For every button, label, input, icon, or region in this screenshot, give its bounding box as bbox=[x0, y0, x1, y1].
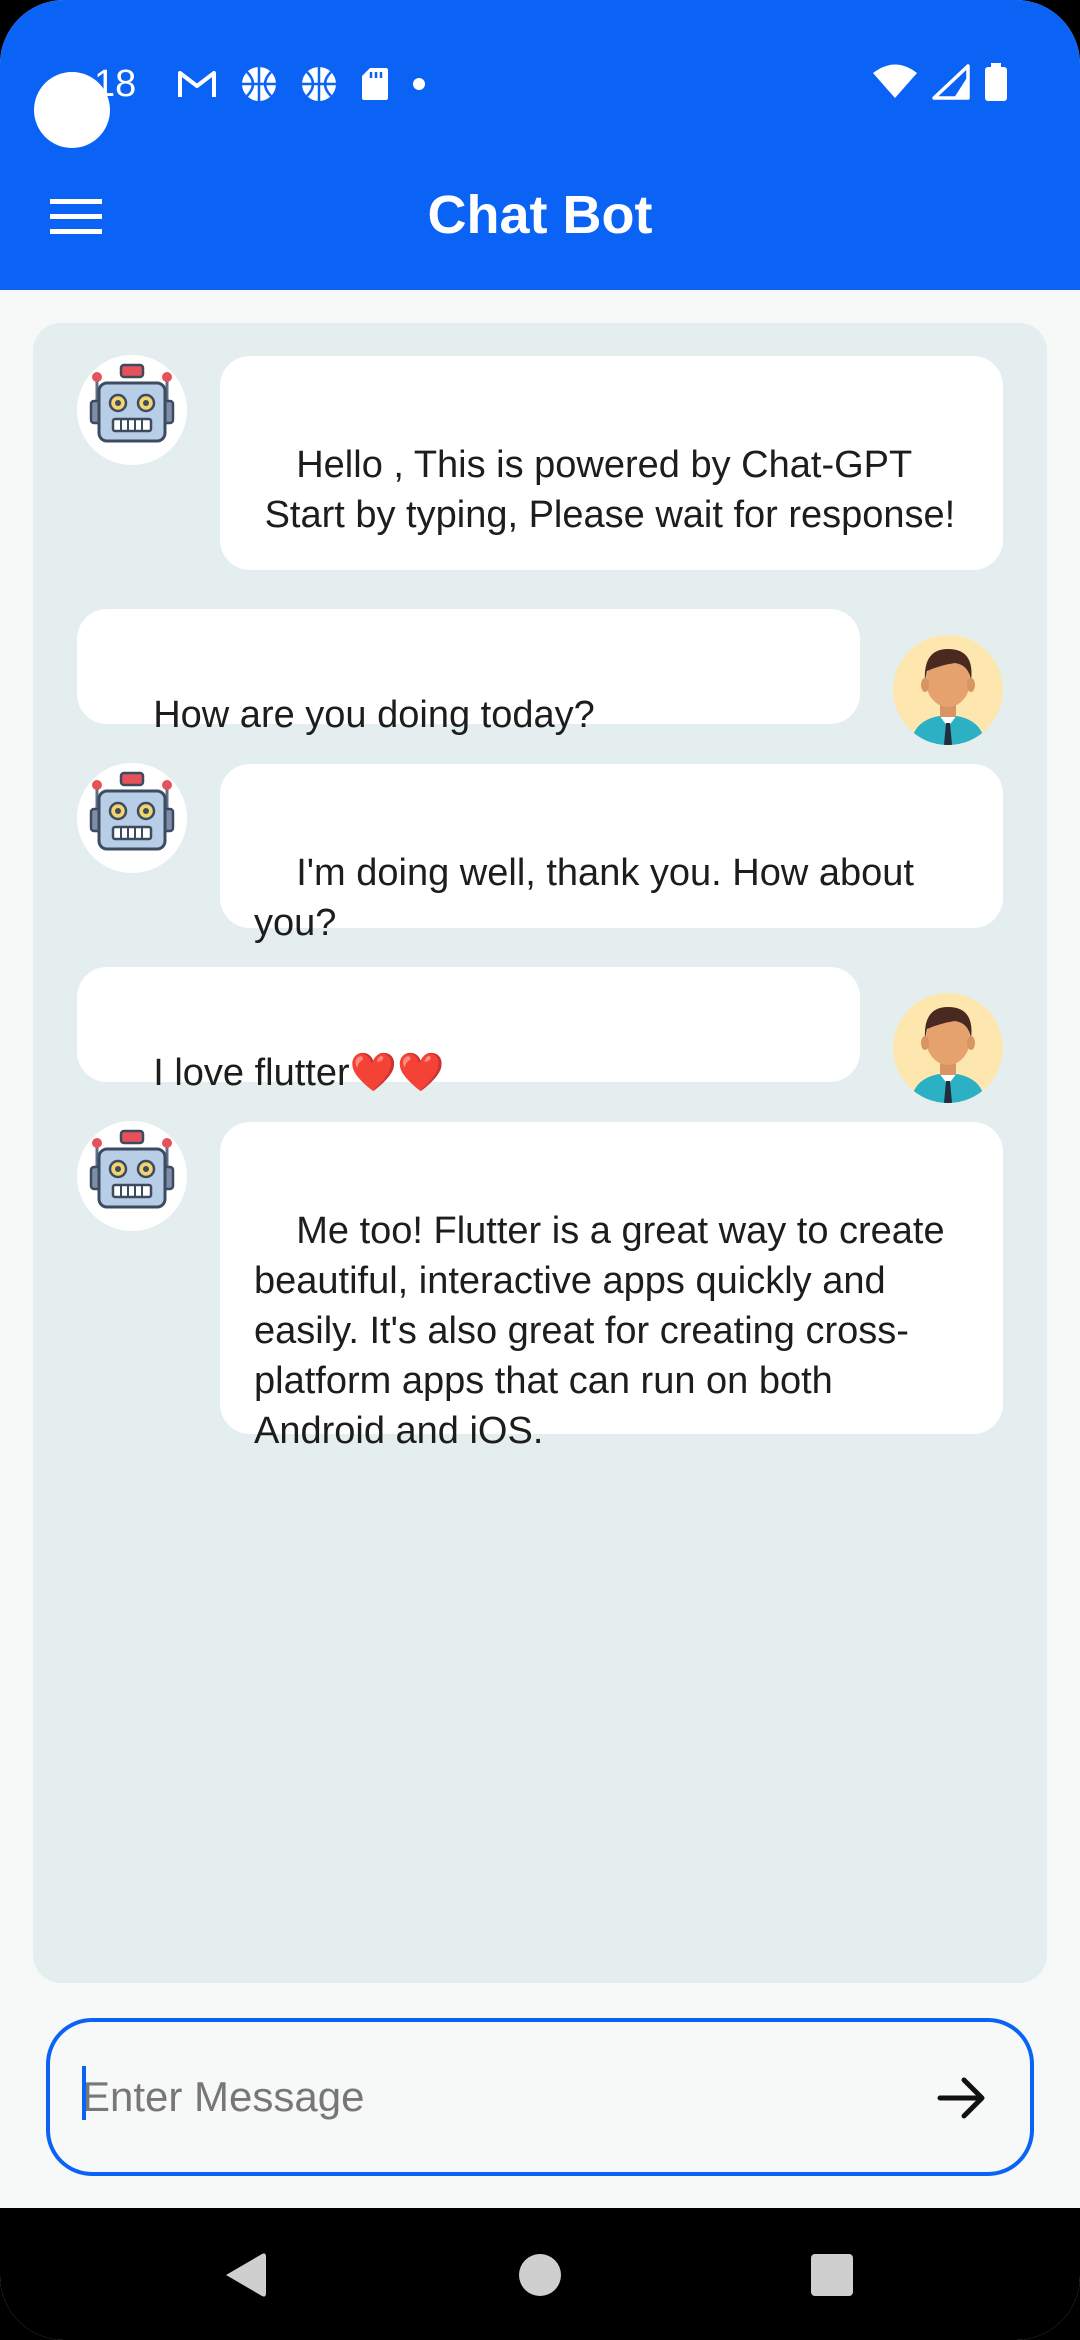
user-avatar bbox=[893, 635, 1003, 745]
message-input[interactable] bbox=[80, 2060, 884, 2134]
recents-square-icon bbox=[811, 2254, 853, 2296]
user-message-bubble: How are you doing today? bbox=[77, 609, 860, 736]
basketball-icon bbox=[240, 65, 278, 103]
sd-card-icon bbox=[360, 66, 390, 102]
bot-avatar bbox=[77, 355, 187, 465]
battery-icon bbox=[984, 62, 1008, 106]
basketball-icon bbox=[300, 65, 338, 103]
system-navigation-bar bbox=[0, 2208, 1080, 2340]
page-title: Chat Bot bbox=[427, 185, 653, 245]
message-text: How are you doing today? bbox=[153, 694, 595, 736]
bot-avatar bbox=[77, 763, 187, 873]
person-icon bbox=[911, 649, 985, 745]
bot-message-bubble: Hello , This is powered by Chat-GPT Star… bbox=[220, 356, 1003, 570]
robot-icon bbox=[89, 363, 175, 443]
text-cursor bbox=[82, 2066, 86, 2120]
system-icons bbox=[872, 60, 1008, 108]
user-message-bubble: I love flutter❤️❤️ bbox=[77, 967, 860, 1094]
gmail-icon bbox=[176, 67, 218, 101]
bot-avatar bbox=[77, 1121, 187, 1231]
notification-icons bbox=[176, 60, 426, 108]
back-button[interactable] bbox=[210, 2240, 280, 2310]
user-avatar bbox=[893, 993, 1003, 1103]
bot-message-bubble: I'm doing well, thank you. How about you… bbox=[220, 764, 1003, 944]
robot-icon bbox=[89, 771, 175, 851]
message-text: Me too! Flutter is a great way to create… bbox=[254, 1210, 956, 1452]
back-triangle-icon bbox=[226, 2253, 266, 2297]
person-icon bbox=[911, 1007, 985, 1103]
message-input-container bbox=[46, 2018, 1034, 2176]
app-bar: Chat Bot bbox=[0, 150, 1080, 280]
send-button[interactable] bbox=[924, 2060, 1000, 2136]
signal-icon bbox=[932, 63, 970, 105]
message-text: Hello , This is powered by Chat-GPT Star… bbox=[264, 444, 956, 536]
message-text: I love flutter❤️❤️ bbox=[153, 1052, 445, 1094]
front-camera-cutout bbox=[34, 72, 110, 148]
robot-icon bbox=[89, 1129, 175, 1209]
arrow-right-icon bbox=[937, 2077, 985, 2119]
phone-screen: 18 Chat Bot Hello , This is powered by C… bbox=[0, 0, 1080, 2340]
header: 18 Chat Bot bbox=[0, 0, 1080, 290]
recents-button[interactable] bbox=[797, 2240, 867, 2310]
home-button[interactable] bbox=[505, 2240, 575, 2310]
wifi-icon bbox=[872, 64, 918, 105]
dot-icon bbox=[412, 77, 426, 91]
home-circle-icon bbox=[519, 2254, 561, 2296]
status-bar: 18 bbox=[0, 40, 1080, 148]
bot-message-bubble: Me too! Flutter is a great way to create… bbox=[220, 1122, 1003, 1452]
